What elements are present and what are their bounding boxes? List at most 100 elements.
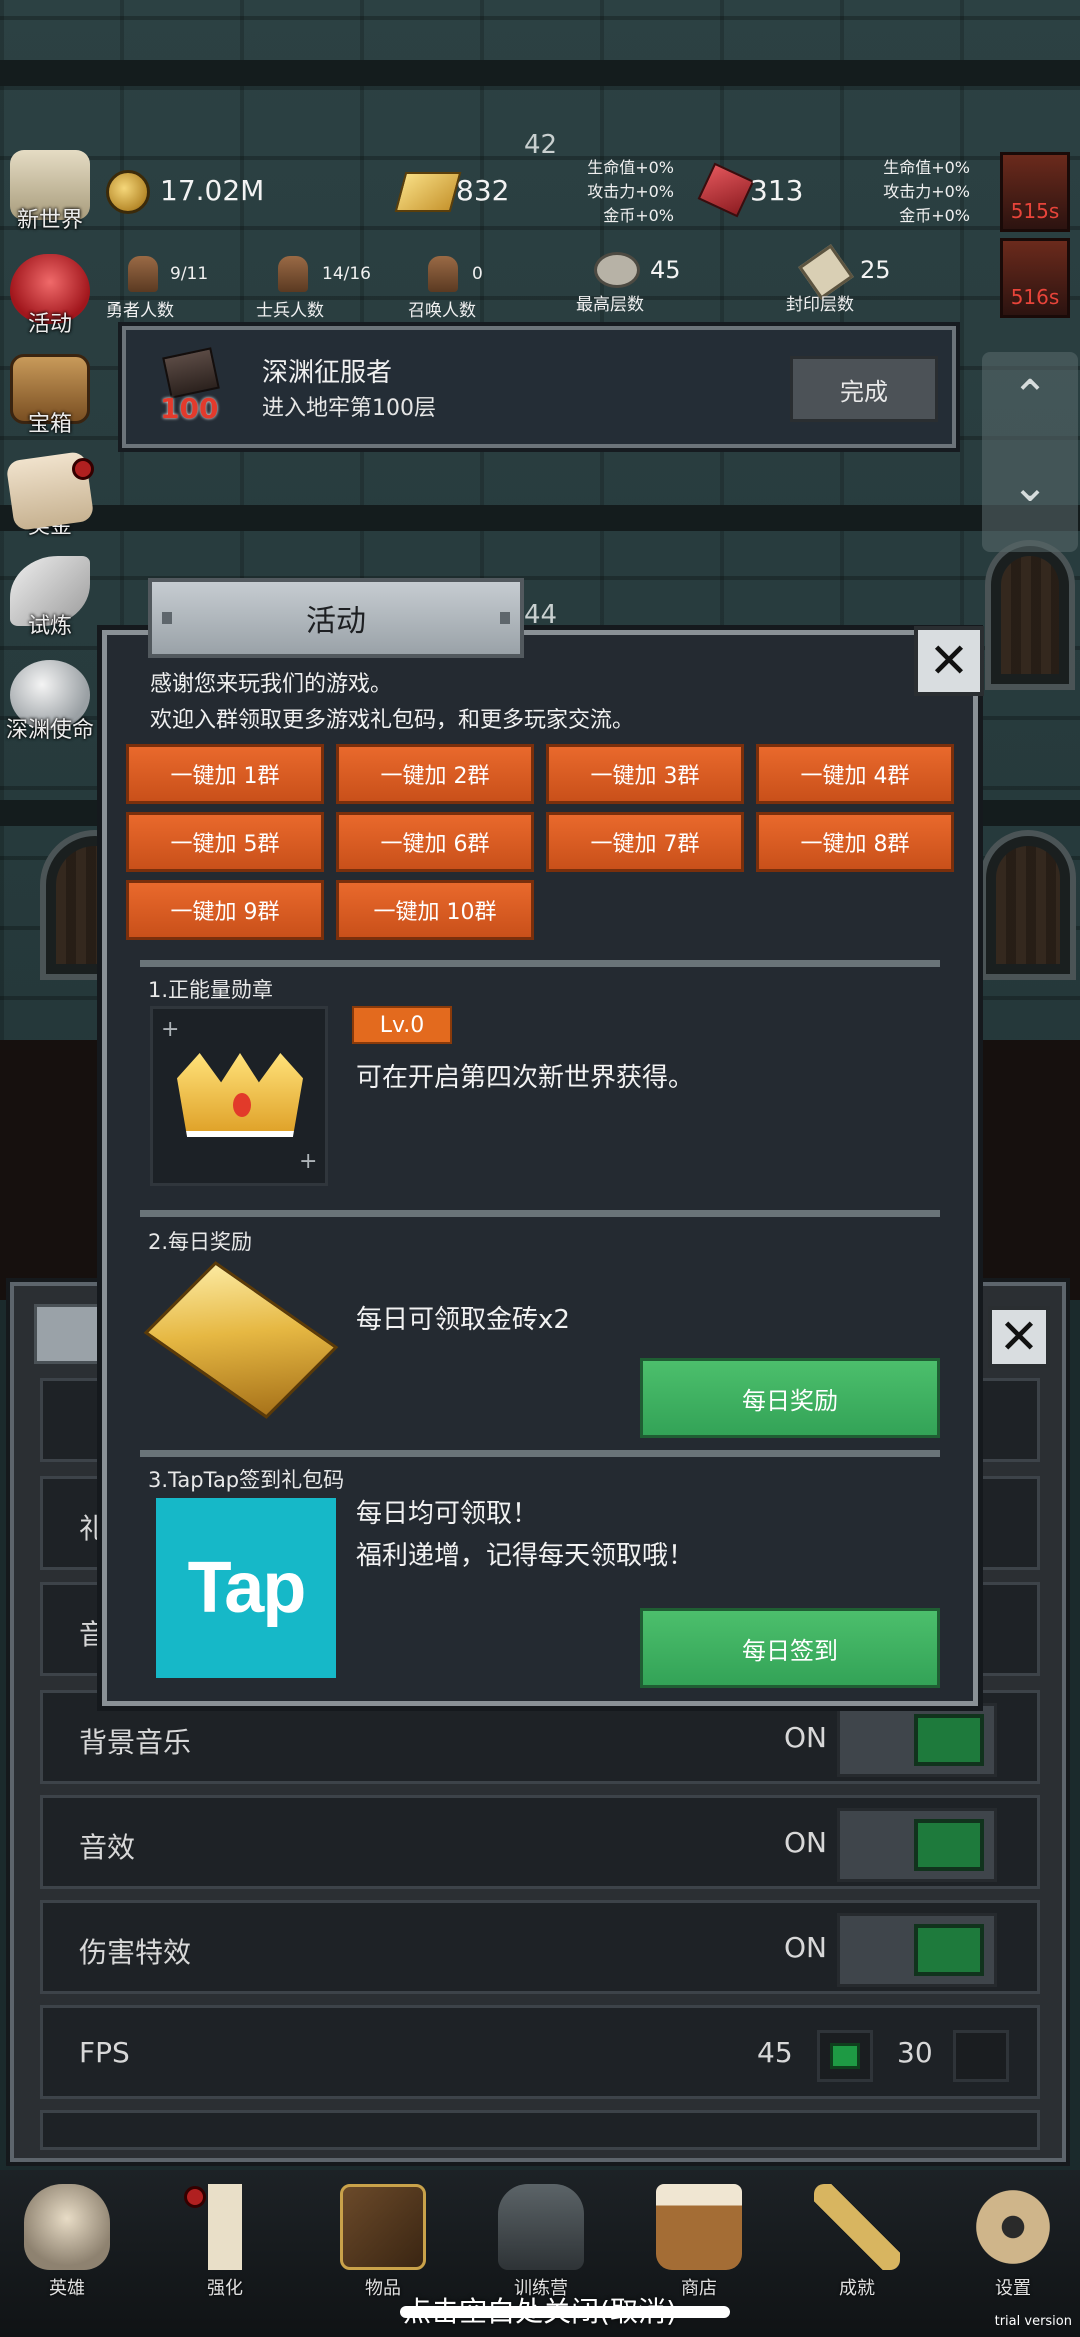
daily-reward-description: 每日可领取金砖x2 xyxy=(356,1305,570,1335)
hero-icon xyxy=(128,256,158,292)
sfx-toggle[interactable] xyxy=(837,1808,997,1882)
sealed-floor: 25 xyxy=(860,256,891,284)
hp-bonus: 生命值+0% xyxy=(587,158,674,177)
book-icon xyxy=(340,2184,426,2270)
sparkle-icon: + xyxy=(161,1017,180,1042)
taptap-text-1: 每日均可领取！ xyxy=(356,1499,539,1529)
coin-bonus: 金币+0% xyxy=(899,206,970,225)
soldier-count: 14/16 xyxy=(322,264,371,284)
notification-dot xyxy=(72,458,94,480)
side-activity-button[interactable]: 活动 xyxy=(0,254,100,349)
summon-count: 0 xyxy=(472,264,483,284)
side-trial-button[interactable]: 试炼 xyxy=(0,556,100,651)
atk-bonus: 攻击力+0% xyxy=(883,182,970,201)
modal-title: 活动 xyxy=(148,578,524,658)
achievement-title: 深渊征服者 xyxy=(262,358,393,388)
summon-count-label: 召唤人数 xyxy=(408,301,476,321)
bonus-stats-left: 生命值+0% 攻击力+0% 金币+0% xyxy=(560,156,674,228)
floor-scroll-nav: ⌃ ⌄ xyxy=(982,352,1078,552)
join-group-7-button[interactable]: 一键加 7群 xyxy=(546,812,744,872)
side-label: 试炼 xyxy=(27,614,72,639)
timer-text: 516s xyxy=(1010,285,1060,309)
gold-bar-icon xyxy=(394,172,462,212)
nav-training[interactable]: 训练营 xyxy=(486,2184,596,2300)
atk-bonus: 攻击力+0% xyxy=(587,182,674,201)
nav-settings[interactable]: 设置 xyxy=(958,2184,1068,2300)
daily-reward-section-title: 2.每日奖励 xyxy=(148,1230,253,1254)
floor-divider xyxy=(0,60,1080,86)
settings-row-label: 音效 xyxy=(79,1831,136,1864)
join-group-5-button[interactable]: 一键加 5群 xyxy=(126,812,324,872)
achievement-badge-number: 100 xyxy=(160,392,219,425)
hero-count-label: 勇者人数 xyxy=(106,301,174,321)
nav-achievements[interactable]: 成就 xyxy=(802,2184,912,2300)
coin-count: 17.02M xyxy=(160,174,265,207)
gold-bar-count: 832 xyxy=(456,174,510,207)
toggle-knob xyxy=(914,1924,984,1976)
settings-row xyxy=(40,2110,1040,2150)
section-divider xyxy=(140,1210,940,1217)
max-floor: 45 xyxy=(650,256,681,284)
floor-number: 42 xyxy=(524,130,558,160)
chevron-down-icon[interactable]: ⌄ xyxy=(982,442,1078,532)
max-floor-label: 最高层数 xyxy=(576,295,644,315)
medal-section-title: 1.正能量勋章 xyxy=(148,978,274,1002)
toggle-knob xyxy=(914,1819,984,1871)
crown-gem xyxy=(233,1093,251,1117)
section-divider xyxy=(140,960,940,967)
coin-bonus: 金币+0% xyxy=(603,206,674,225)
side-label: 新世界 xyxy=(16,208,83,233)
nav-items[interactable]: 物品 xyxy=(328,2184,438,2300)
settings-row-value: ON xyxy=(784,1721,827,1754)
join-group-10-button[interactable]: 一键加 10群 xyxy=(336,880,534,940)
side-label: 活动 xyxy=(27,312,72,337)
taptap-checkin-button[interactable]: 每日签到 xyxy=(640,1608,940,1688)
dungeon-door xyxy=(980,830,1076,980)
buff-timer[interactable]: 515s xyxy=(1000,152,1070,232)
side-label: 宝箱 xyxy=(27,412,72,437)
medal-level-badge: Lv.0 xyxy=(352,1006,452,1044)
settings-row-value: ON xyxy=(784,1931,827,1964)
modal-close-icon[interactable]: ✕ xyxy=(914,626,984,696)
summon-icon xyxy=(428,256,458,292)
join-group-4-button[interactable]: 一键加 4群 xyxy=(756,744,954,804)
floor-number: 44 xyxy=(524,600,558,630)
damage-fx-toggle[interactable] xyxy=(837,1913,997,1987)
achievement-complete-button[interactable]: 完成 xyxy=(790,356,938,422)
dungeon-door xyxy=(985,540,1075,690)
sparkle-icon: + xyxy=(299,1149,318,1174)
settings-row-sfx: 音效 ON xyxy=(40,1795,1040,1889)
buff-timer[interactable]: 516s xyxy=(1000,238,1070,318)
join-group-3-button[interactable]: 一键加 3群 xyxy=(546,744,744,804)
intro-text-1: 感谢您来玩我们的游戏。 xyxy=(150,672,393,697)
join-group-1-button[interactable]: 一键加 1群 xyxy=(126,744,324,804)
taptap-section-title: 3.TapTap签到礼包码 xyxy=(148,1468,345,1492)
chevron-up-icon[interactable]: ⌃ xyxy=(982,352,1078,442)
achievement-desc: 进入地牢第100层 xyxy=(262,396,436,421)
fps-45-checkbox[interactable] xyxy=(817,2030,873,2082)
join-group-6-button[interactable]: 一键加 6群 xyxy=(336,812,534,872)
achievement-toast: 100 深渊征服者 进入地牢第100层 完成 xyxy=(118,322,960,452)
side-abyss-mission-button[interactable]: 深渊使命 xyxy=(0,660,100,755)
nav-hero[interactable]: 英雄 xyxy=(12,2184,122,2300)
toggle-knob xyxy=(914,1714,984,1766)
intro-text-2: 欢迎入群领取更多游戏礼包码，和更多玩家交流。 xyxy=(150,708,635,733)
home-indicator[interactable] xyxy=(400,2306,730,2318)
sealed-floor-label: 封印层数 xyxy=(786,295,854,315)
settings-row-value: ON xyxy=(784,1826,827,1859)
daily-reward-button[interactable]: 每日奖励 xyxy=(640,1358,940,1438)
settings-close-icon[interactable]: ✕ xyxy=(988,1306,1050,1368)
join-group-2-button[interactable]: 一键加 2群 xyxy=(336,744,534,804)
floor-divider xyxy=(0,505,1080,531)
nav-shop[interactable]: 商店 xyxy=(644,2184,754,2300)
timer-text: 515s xyxy=(1010,199,1060,223)
join-group-9-button[interactable]: 一键加 9群 xyxy=(126,880,324,940)
side-chest-button[interactable]: 宝箱 xyxy=(0,354,100,449)
soldier-count-label: 士兵人数 xyxy=(256,301,324,321)
bgm-toggle[interactable] xyxy=(837,1703,997,1777)
medal-description: 可在开启第四次新世界获得。 xyxy=(356,1063,695,1093)
side-new-world-button[interactable]: 新世界 xyxy=(0,150,100,245)
fps-30-checkbox[interactable] xyxy=(953,2030,1009,2082)
join-group-8-button[interactable]: 一键加 8群 xyxy=(756,812,954,872)
bonus-stats-right: 生命值+0% 攻击力+0% 金币+0% xyxy=(856,156,970,228)
